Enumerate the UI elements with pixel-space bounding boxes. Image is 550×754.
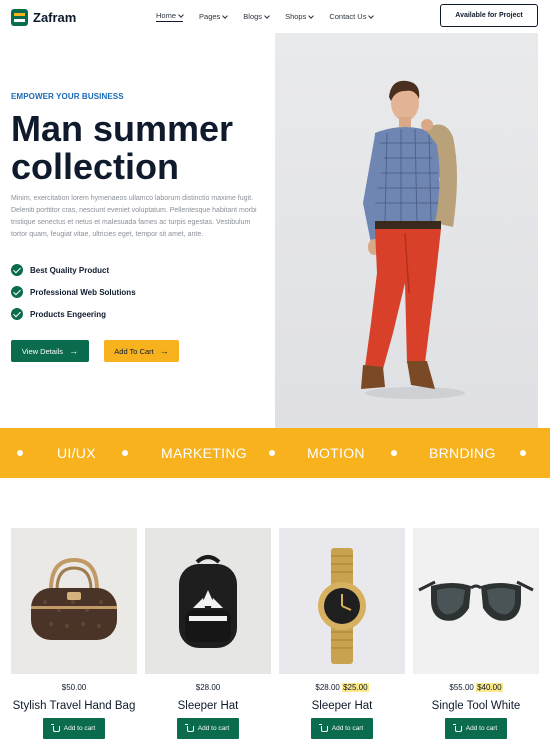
hero-title-line: collection [11, 146, 180, 187]
button-label: Add To Cart [114, 346, 154, 356]
nav-item-label: Shops [285, 12, 307, 21]
check-circle-icon [11, 286, 23, 298]
arrow-right-icon: → [69, 345, 79, 356]
product-price: $50.00 [11, 683, 137, 694]
brand-logo[interactable]: Zafram [11, 9, 76, 26]
product-card: $55.00 $40.00 Single Tool White Add to c… [413, 528, 539, 739]
services-marquee: UI/UX MARKETING MOTION BRNDING [0, 428, 550, 478]
dot-icon [520, 450, 526, 456]
travel-bag-illustration [31, 557, 117, 640]
button-label: Add to cart [465, 725, 498, 732]
main-nav: Home Pages Blogs Shops Contact Us [156, 11, 389, 22]
watch-illustration [318, 548, 366, 664]
backpack-illustration [179, 555, 237, 648]
marquee-word: UI/UX [57, 445, 96, 461]
nav-item-pages[interactable]: Pages [199, 11, 229, 22]
feature-label: Best Quality Product [30, 265, 110, 275]
chevron-down-icon [264, 12, 270, 19]
chevron-down-icon [308, 12, 315, 19]
check-circle-icon [11, 308, 23, 320]
brand-name: Zafram [33, 10, 77, 25]
add-to-cart-button[interactable]: Add to cart [43, 718, 105, 739]
product-image[interactable] [11, 528, 137, 674]
feature-label: Professional Web Solutions [30, 287, 136, 297]
cart-icon [184, 723, 194, 732]
sunglasses-illustration [418, 580, 534, 621]
product-name[interactable]: Sleeper Hat [279, 700, 405, 714]
feature-item: Professional Web Solutions [11, 286, 136, 298]
hero-title-line: Man summer [11, 108, 234, 149]
product-card: $28.00 $25.00 Sleeper Hat Add to cart [279, 528, 405, 739]
available-for-project-button[interactable]: Available for Project [440, 4, 538, 27]
chevron-down-icon [178, 11, 184, 18]
chevron-down-icon [368, 12, 375, 19]
sale-price: $25.00 [342, 683, 369, 692]
arrow-right-icon: → [159, 345, 169, 356]
hero-description: Minim, exercitation lorem hymenaeos ulla… [11, 195, 257, 238]
feature-label: Products Engeering [30, 309, 107, 319]
add-to-cart-button[interactable]: Add To Cart → [104, 340, 179, 362]
hero-eyebrow: EMPOWER YOUR BUSINESS [11, 92, 124, 101]
product-price: $55.00 $40.00 [413, 683, 539, 694]
dot-icon [391, 450, 397, 456]
hero-title: Man summer collection [11, 110, 271, 186]
button-label: Add to cart [197, 725, 230, 732]
add-to-cart-button[interactable]: Add to cart [177, 718, 239, 739]
chevron-down-icon [222, 12, 229, 19]
feature-item: Best Quality Product [11, 264, 136, 276]
product-name[interactable]: Single Tool White [413, 700, 539, 714]
nav-item-blogs[interactable]: Blogs [243, 11, 270, 22]
add-to-cart-button[interactable]: Add to cart [445, 718, 507, 739]
regular-price: $50.00 [61, 683, 87, 692]
nav-item-label: Contact Us [329, 12, 367, 21]
sale-price: $40.00 [476, 683, 503, 692]
product-image[interactable] [413, 528, 539, 674]
cart-icon [50, 723, 60, 732]
product-card: $28.00 Sleeper Hat Add to cart [145, 528, 271, 739]
nav-item-home[interactable]: Home [156, 11, 184, 22]
logo-icon [11, 9, 28, 26]
marquee-word: BRNDING [429, 445, 496, 461]
regular-price: $55.00 [449, 683, 474, 692]
marquee-word: MOTION [307, 445, 365, 461]
product-name[interactable]: Stylish Travel Hand Bag [11, 700, 137, 714]
button-label: Add to cart [331, 725, 364, 732]
button-label: Add to cart [63, 725, 96, 732]
nav-item-label: Pages [199, 12, 221, 21]
regular-price: $28.00 [315, 683, 340, 692]
product-name[interactable]: Sleeper Hat [145, 700, 271, 714]
product-card: $50.00 Stylish Travel Hand Bag Add to ca… [11, 528, 137, 739]
feature-list: Best Quality Product Professional Web So… [11, 264, 136, 330]
dot-icon [17, 450, 23, 456]
marquee-word: MARKETING [161, 445, 247, 461]
cart-icon [452, 723, 462, 732]
check-circle-icon [11, 264, 23, 276]
nav-item-label: Home [156, 11, 177, 20]
button-label: View Details [21, 346, 64, 356]
regular-price: $28.00 [195, 683, 221, 692]
hero-model-photo [275, 33, 538, 428]
product-image[interactable] [279, 528, 405, 674]
nav-item-label: Blogs [243, 12, 263, 21]
view-details-button[interactable]: View Details → [11, 340, 89, 362]
site-header: Zafram Home Pages Blogs Shops Contact Us… [0, 0, 550, 33]
nav-item-shops[interactable]: Shops [285, 11, 315, 22]
product-price: $28.00 $25.00 [279, 683, 405, 694]
dot-icon [122, 450, 128, 456]
product-price: $28.00 [145, 683, 271, 694]
cart-icon [318, 723, 328, 732]
nav-item-contact[interactable]: Contact Us [329, 11, 375, 22]
add-to-cart-button[interactable]: Add to cart [311, 718, 373, 739]
product-image[interactable] [145, 528, 271, 674]
model-illustration [275, 33, 538, 428]
feature-item: Products Engeering [11, 308, 136, 320]
dot-icon [269, 450, 275, 456]
